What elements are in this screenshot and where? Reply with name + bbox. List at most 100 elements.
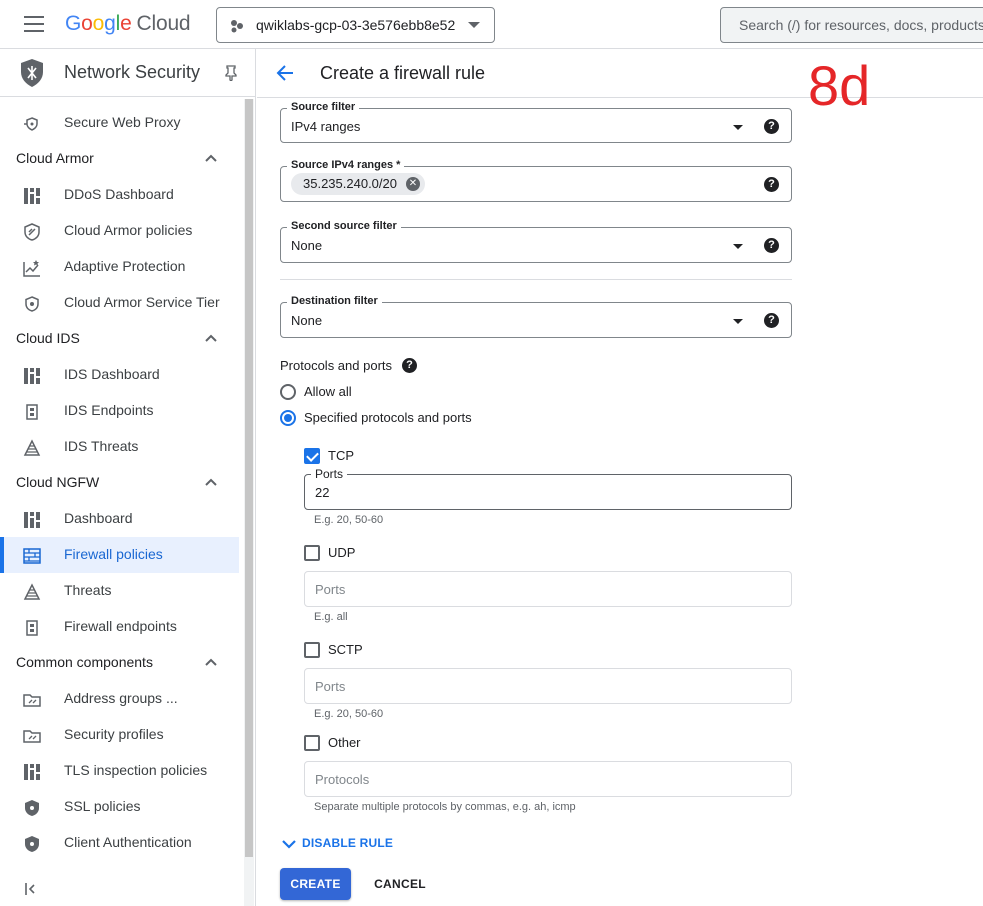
create-button[interactable]: CREATE (280, 868, 351, 900)
remove-chip-icon[interactable]: ✕ (405, 177, 420, 191)
dropdown-arrow-icon (733, 125, 743, 130)
sidebar-item-ids-dashboard[interactable]: IDS Dashboard (0, 357, 239, 393)
sidebar-item-address-groups[interactable]: Address groups ... (0, 681, 239, 717)
sidebar-item-ids-threats[interactable]: IDS Threats (0, 429, 239, 465)
help-icon[interactable]: ? (764, 177, 779, 192)
dropdown-arrow-icon (733, 244, 743, 249)
source-ipv4-ranges-field[interactable]: Source IPv4 ranges * 35.235.240.0/20 ✕ ? (280, 159, 792, 202)
sidebar-item-secure-web-proxy[interactable]: Secure Web Proxy (0, 105, 239, 141)
source-filter-select[interactable]: Source filter IPv4 ranges ? (280, 101, 792, 143)
shield-icon (25, 800, 39, 816)
chevron-down-icon (282, 840, 296, 849)
adaptive-protection-icon (23, 260, 40, 277)
sidebar-item-client-authentication[interactable]: Client Authentication (0, 825, 239, 861)
sidebar-item-ssl-policies[interactable]: SSL policies (0, 789, 239, 825)
sidebar-item-dashboard[interactable]: Dashboard (0, 501, 239, 537)
other-label: Other (328, 735, 361, 750)
proxy-icon (24, 117, 38, 131)
help-icon[interactable]: ? (764, 313, 779, 328)
help-icon[interactable]: ? (764, 238, 779, 253)
dashboard-icon (24, 188, 40, 204)
other-protocols-input[interactable]: Protocols (304, 761, 792, 797)
group-cloud-ngfw[interactable]: Cloud NGFW (0, 465, 239, 501)
search-placeholder: Search (/) for resources, docs, products (739, 17, 983, 33)
sidebar-item-security-profiles[interactable]: Security profiles (0, 717, 239, 753)
chevron-up-icon (205, 334, 217, 342)
search-input[interactable]: Search (/) for resources, docs, products (720, 7, 983, 43)
top-bar: Google Cloud qwiklabs-gcp-03-3e576ebb8e52… (0, 0, 983, 49)
destination-filter-select[interactable]: Destination filter None ? (280, 295, 792, 338)
sidebar-item-firewall-endpoints[interactable]: Firewall endpoints (0, 609, 239, 645)
sidebar-title: Network Security (64, 62, 201, 82)
threats-icon (23, 583, 41, 600)
group-cloud-ids[interactable]: Cloud IDS (0, 321, 239, 357)
dashboard-icon (24, 764, 40, 780)
project-icon (231, 20, 243, 33)
tcp-label: TCP (328, 448, 354, 463)
other-protocols-hint: Separate multiple protocols by commas, e… (314, 801, 576, 813)
protocols-and-ports-label: Protocols and ports (280, 358, 393, 373)
dashboard-icon (24, 512, 40, 528)
service-tier-icon (25, 296, 39, 312)
specified-protocols-radio[interactable] (280, 410, 296, 426)
tcp-ports-hint: E.g. 20, 50-60 (314, 514, 384, 526)
sidebar-item-ddos-dashboard[interactable]: DDoS Dashboard (0, 177, 239, 213)
shield-icon (25, 836, 39, 852)
udp-checkbox[interactable] (304, 545, 320, 561)
sidebar: Network Security Secure Web Proxy Cloud … (0, 49, 256, 906)
dropdown-arrow-icon (733, 319, 743, 324)
endpoint-icon (26, 620, 38, 636)
allow-all-radio[interactable] (280, 384, 296, 400)
help-icon[interactable]: ? (764, 119, 779, 134)
sctp-ports-hint: E.g. 20, 50-60 (314, 708, 384, 720)
sctp-checkbox[interactable] (304, 642, 320, 658)
firewall-icon (23, 548, 41, 564)
threats-icon (23, 439, 41, 456)
network-security-shield-icon (21, 59, 43, 87)
shield-policy-icon (24, 223, 40, 241)
udp-label: UDP (328, 545, 356, 560)
sidebar-scrollbar[interactable] (244, 99, 254, 906)
sidebar-item-cloud-armor-policies[interactable]: Cloud Armor policies (0, 213, 239, 249)
page-title: Create a firewall rule (320, 63, 486, 83)
sctp-ports-input[interactable]: Ports (304, 668, 792, 704)
cancel-button[interactable]: CANCEL (365, 868, 435, 900)
udp-ports-hint: E.g. all (314, 611, 348, 623)
chevron-up-icon (205, 154, 217, 162)
sidebar-item-ids-endpoints[interactable]: IDS Endpoints (0, 393, 239, 429)
collapse-sidebar-icon[interactable] (24, 881, 40, 897)
second-source-filter-select[interactable]: Second source filter None ? (280, 220, 792, 263)
sidebar-item-threats[interactable]: Threats (0, 573, 239, 609)
allow-all-label: Allow all (304, 384, 352, 399)
sidebar-item-cloud-armor-service-tier[interactable]: Cloud Armor Service Tier (0, 285, 239, 321)
page-header: Create a firewall rule (257, 49, 983, 98)
folder-icon (23, 694, 41, 707)
tcp-checkbox[interactable] (304, 448, 320, 464)
sidebar-item-firewall-policies[interactable]: Firewall policies (0, 537, 239, 573)
chevron-up-icon (205, 478, 217, 486)
help-icon[interactable]: ? (402, 358, 417, 373)
project-picker[interactable]: qwiklabs-gcp-03-3e576ebb8e52 (216, 7, 495, 43)
sidebar-item-adaptive-protection[interactable]: Adaptive Protection (0, 249, 239, 285)
group-common-components[interactable]: Common components (0, 645, 239, 681)
other-checkbox[interactable] (304, 735, 320, 751)
back-arrow-icon[interactable] (275, 63, 295, 83)
udp-ports-input[interactable]: Ports (304, 571, 792, 607)
section-divider (280, 279, 792, 280)
sctp-label: SCTP (328, 642, 363, 657)
main-menu-icon[interactable] (24, 16, 44, 32)
dashboard-icon (24, 368, 40, 384)
google-cloud-logo[interactable]: Google Cloud (65, 12, 191, 36)
chevron-down-icon (468, 22, 480, 28)
sidebar-item-tls-inspection-policies[interactable]: TLS inspection policies (0, 753, 239, 789)
folder-icon (23, 730, 41, 743)
group-cloud-armor[interactable]: Cloud Armor (0, 141, 239, 177)
chevron-up-icon (205, 658, 217, 666)
endpoint-icon (26, 404, 38, 420)
pin-icon[interactable] (224, 65, 238, 81)
specified-protocols-label: Specified protocols and ports (304, 410, 472, 425)
scrollbar-thumb[interactable] (245, 99, 253, 857)
ip-range-chip: 35.235.240.0/20 ✕ (291, 173, 425, 195)
tcp-ports-input[interactable]: Ports 22 (304, 467, 792, 510)
annotation-label: 8d (808, 54, 871, 117)
